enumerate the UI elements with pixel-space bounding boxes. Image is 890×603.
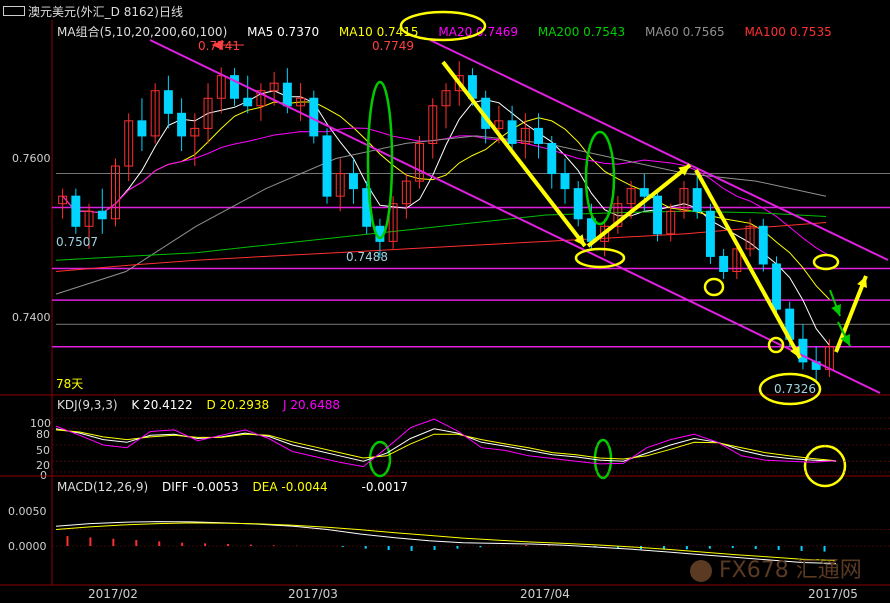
candle-down xyxy=(282,82,292,107)
candle-down xyxy=(322,135,332,197)
annotation-high-1: 0.7741 xyxy=(198,39,240,53)
candle-down xyxy=(547,142,557,175)
watermark-logo-icon xyxy=(690,560,712,582)
candle-down xyxy=(137,120,147,137)
candle-down xyxy=(348,173,358,190)
candle-down xyxy=(705,210,715,257)
ellipse-resistance xyxy=(812,253,840,271)
ellipse-mid-low xyxy=(703,277,725,297)
arrow-up-2 xyxy=(834,275,868,353)
candle-down xyxy=(177,112,187,137)
kdj-indicator xyxy=(52,417,890,473)
candle-down xyxy=(639,188,649,197)
candle-down xyxy=(97,210,107,220)
candle-down xyxy=(653,195,662,235)
kdj-j-line xyxy=(55,418,837,468)
panel-frames xyxy=(0,20,890,586)
candle-down xyxy=(163,90,173,114)
candle-down xyxy=(560,173,570,190)
candle-down xyxy=(243,97,253,107)
annotation-low-left: 0.7507 xyxy=(56,235,98,249)
candle-down xyxy=(692,188,702,212)
candle-down xyxy=(534,127,544,144)
candle-down xyxy=(798,338,808,363)
analyst-drawings xyxy=(149,10,889,488)
watermark: FX678 汇通网 xyxy=(690,552,862,584)
ellipse-green-march xyxy=(366,80,394,240)
candle-down xyxy=(758,225,768,265)
candle-down xyxy=(586,218,596,242)
candle-down xyxy=(772,263,781,310)
annotation-low-right: 0.7326 xyxy=(774,382,816,396)
annotation-high-2: 0.7749 xyxy=(372,39,414,53)
price-chart[interactable]: 0.7741 0.7749 0.7507 0.7488 0.7326 78天 xyxy=(0,0,890,603)
ellipse-green-april xyxy=(584,130,616,226)
ellipse-ma20 xyxy=(399,10,487,42)
annotation-days: 78天 xyxy=(56,377,83,391)
annotation-low-mid: 0.7488 xyxy=(346,250,388,264)
candle-down xyxy=(719,255,729,272)
watermark-text: FX678 汇通网 xyxy=(719,558,862,583)
ellipse-kdj-3 xyxy=(803,444,847,488)
candle-down xyxy=(507,120,517,144)
candlesticks xyxy=(58,61,834,380)
candle-down xyxy=(573,188,583,220)
candle-down xyxy=(71,195,81,227)
